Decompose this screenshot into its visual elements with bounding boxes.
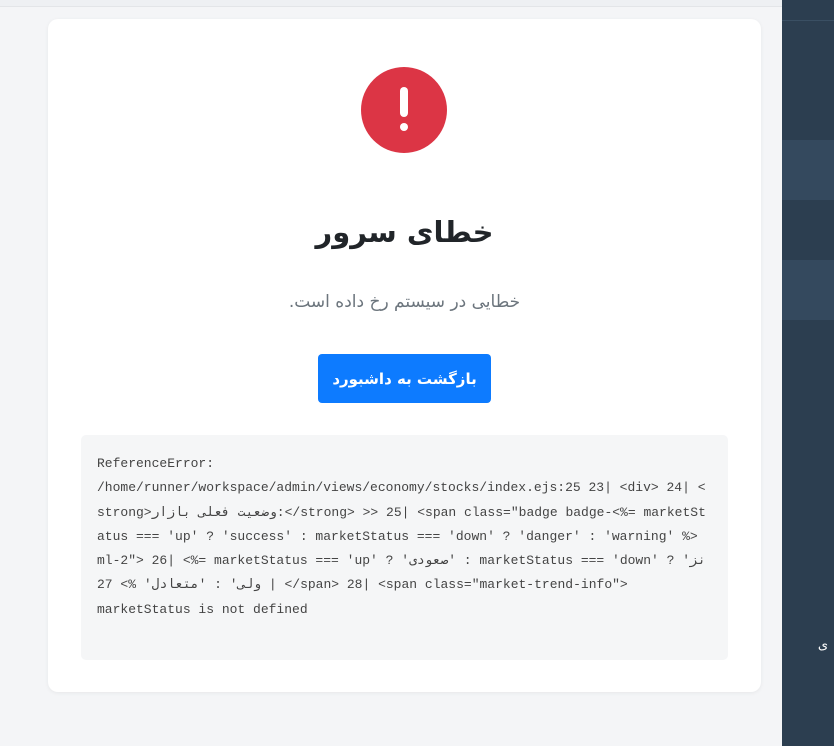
sidebar: ی [782,0,834,746]
sidebar-item-active[interactable] [782,140,834,200]
top-bar [0,0,782,7]
exclamation-dot [400,123,408,131]
sidebar-header [782,0,834,21]
error-card: خطای سرور خطایی در سیستم رخ داده است. با… [48,19,761,692]
back-to-dashboard-button[interactable]: بازگشت به داشبورد [318,354,491,403]
exclamation-circle-icon [361,67,447,153]
sidebar-item-highlighted[interactable] [782,260,834,320]
sidebar-item[interactable] [782,200,834,260]
error-details: ReferenceError: /home/runner/workspace/a… [81,435,728,660]
error-message: خطایی در سیستم رخ داده است. [288,292,521,312]
sidebar-item-label[interactable]: ی [818,638,828,653]
sidebar-item[interactable] [782,20,834,140]
error-title: خطای سرور [315,215,494,249]
exclamation-bar [400,87,408,117]
